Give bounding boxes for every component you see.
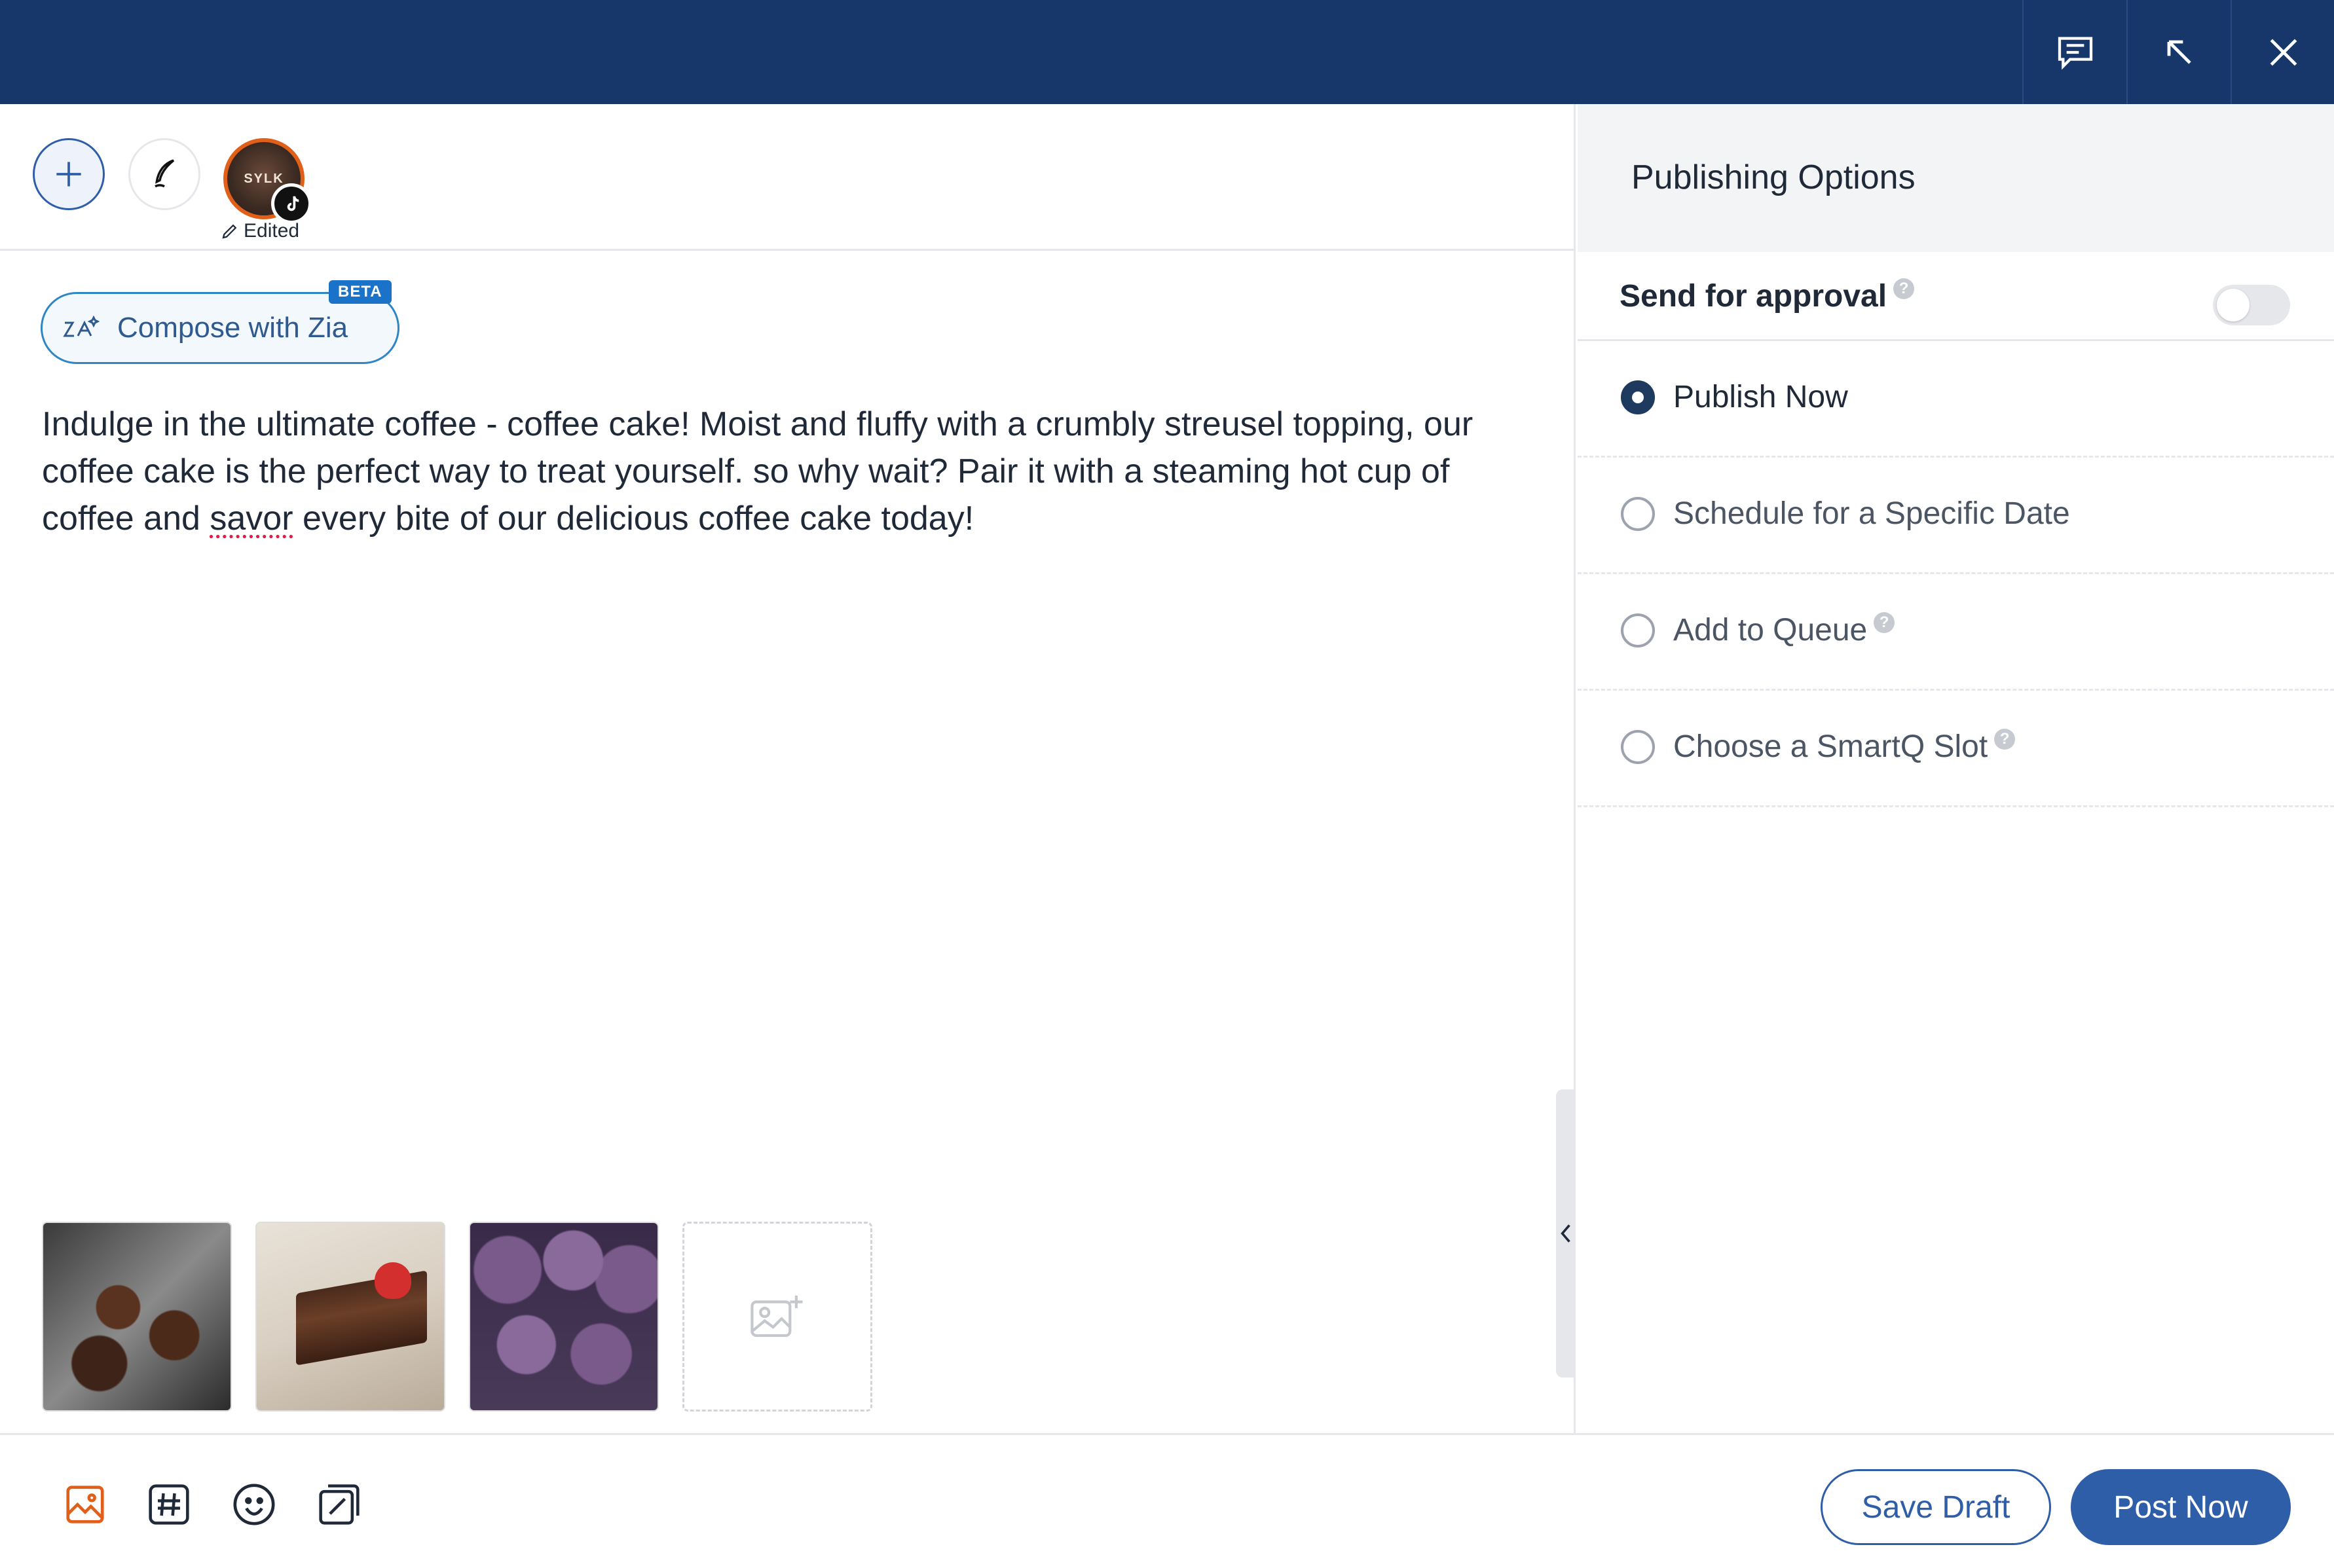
option-publish-now[interactable]: Publish Now	[1578, 341, 2334, 458]
close-icon	[2270, 39, 2297, 65]
media-thumbnail-cupcakes[interactable]	[469, 1222, 659, 1412]
schedule-label: Schedule for a Specific Date	[1673, 496, 2070, 531]
add-to-queue-label-wrap: Add to Queue?	[1673, 612, 1895, 648]
help-icon[interactable]: ?	[1893, 278, 1915, 299]
edit-box-icon	[319, 1484, 360, 1525]
avatar-logo-text: SYLK	[244, 171, 284, 186]
send-for-approval-toggle[interactable]	[2213, 285, 2290, 325]
hashtag-button[interactable]	[145, 1481, 193, 1528]
post-text-part2: every bite of our delicious coffee cake …	[293, 500, 974, 538]
media-thumbnail-cake-slice[interactable]	[255, 1222, 445, 1412]
option-schedule[interactable]: Schedule for a Specific Date	[1578, 458, 2334, 574]
close-button[interactable]	[2231, 0, 2334, 104]
comments-button[interactable]	[2022, 0, 2126, 104]
toggle-knob	[2217, 289, 2250, 321]
composer-panel: SYLK Edited Compose with Zia BETA Indulg…	[0, 104, 1576, 1433]
smartq-label: Choose a SmartQ Slot	[1673, 729, 1988, 764]
add-image-icon	[750, 1295, 803, 1338]
panel-title: Publishing Options	[1631, 158, 1916, 196]
panel-header: Publishing Options	[1578, 104, 2334, 252]
image-icon	[66, 1486, 104, 1523]
plus-icon	[56, 162, 81, 187]
arrow-up-left-icon	[2167, 40, 2191, 64]
save-draft-button[interactable]: Save Draft	[1821, 1469, 2051, 1545]
zia-label: Compose with Zia	[117, 312, 348, 344]
edited-indicator: Edited	[220, 220, 299, 242]
add-media-button[interactable]	[682, 1222, 872, 1412]
edited-label: Edited	[244, 220, 300, 242]
tiktok-icon	[287, 196, 299, 211]
media-thumbnail-chocolate-cakes[interactable]	[42, 1222, 232, 1412]
minimize-button[interactable]	[2126, 0, 2231, 104]
media-attachments	[42, 1222, 872, 1412]
add-to-queue-radio[interactable]	[1621, 613, 1655, 647]
send-for-approval-row: Send for approval?	[1578, 252, 2334, 341]
media-button[interactable]	[62, 1481, 109, 1528]
approval-label-wrap: Send for approval?	[1620, 278, 1915, 314]
strawberry-shape	[375, 1262, 411, 1299]
publish-now-label: Publish Now	[1673, 380, 1848, 414]
help-icon[interactable]: ?	[1994, 729, 2016, 750]
hashtag-icon	[149, 1484, 189, 1525]
pencil-icon	[222, 224, 237, 239]
option-add-to-queue[interactable]: Add to Queue?	[1578, 574, 2334, 691]
bottom-toolbar: Save Draft Post Now	[0, 1433, 2334, 1568]
help-icon[interactable]: ?	[1874, 612, 1895, 633]
tiktok-badge	[271, 183, 312, 224]
add-to-queue-label: Add to Queue	[1673, 613, 1868, 647]
zia-icon	[63, 315, 100, 337]
add-account-button[interactable]	[33, 138, 105, 210]
comment-icon	[2058, 37, 2092, 69]
schedule-radio[interactable]	[1621, 497, 1655, 531]
post-text-editor[interactable]: Indulge in the ultimate coffee - coffee …	[42, 401, 1542, 542]
emoji-button[interactable]	[231, 1481, 278, 1528]
chevron-left-icon	[1561, 1224, 1570, 1243]
send-for-approval-label: Send for approval	[1620, 279, 1887, 314]
option-smartq-slot[interactable]: Choose a SmartQ Slot?	[1578, 691, 2334, 807]
misspelled-word[interactable]: savor	[210, 500, 293, 538]
publishing-options-panel: Publishing Options Send for approval? Pu…	[1578, 104, 2334, 1433]
collapse-panel-handle[interactable]	[1556, 1089, 1576, 1377]
post-now-button[interactable]: Post Now	[2071, 1469, 2291, 1545]
quill-pen-icon	[155, 159, 175, 188]
top-bar	[0, 0, 2334, 104]
beta-badge: BETA	[329, 280, 392, 304]
edit-link-button[interactable]	[316, 1481, 363, 1528]
publish-now-radio[interactable]	[1621, 380, 1655, 414]
smartq-label-wrap: Choose a SmartQ Slot?	[1673, 729, 2016, 765]
smartq-radio[interactable]	[1621, 730, 1655, 764]
signature-button[interactable]	[128, 138, 200, 210]
smiley-icon	[233, 1484, 275, 1525]
